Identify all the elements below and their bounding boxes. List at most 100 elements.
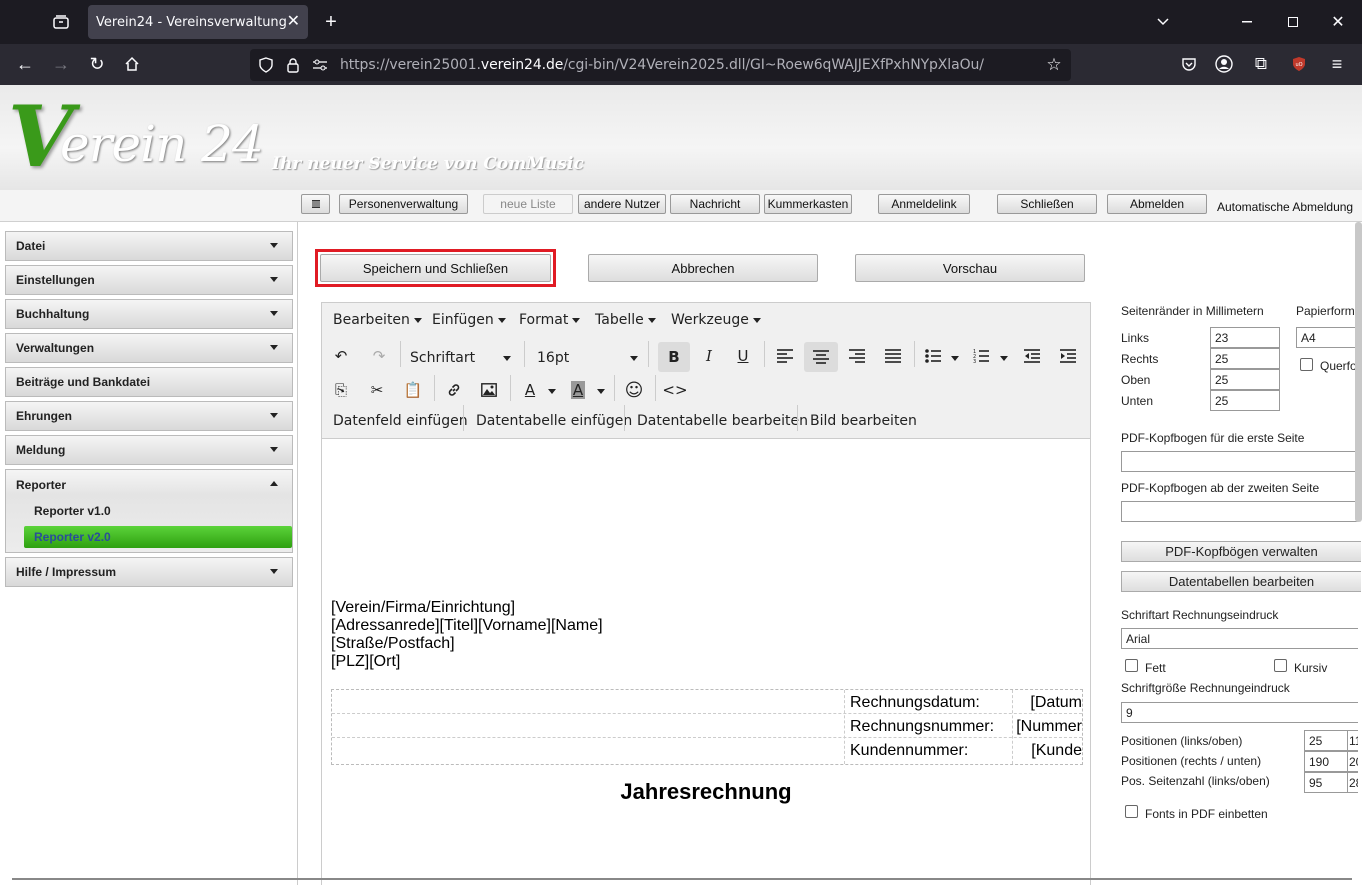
andere-nutzer-button[interactable]: andere Nutzer xyxy=(578,194,666,214)
align-left-icon[interactable] xyxy=(772,343,798,369)
pdf-second-select[interactable] xyxy=(1121,501,1358,522)
bullet-list-icon[interactable] xyxy=(920,343,946,369)
align-justify-icon[interactable] xyxy=(880,343,906,369)
new-tab-icon[interactable]: + xyxy=(320,11,342,33)
datatables-edit-button[interactable]: Datentabellen bearbeiten xyxy=(1121,571,1361,592)
url-text[interactable]: https://verein25001.verein24.de/cgi-bin/… xyxy=(340,57,984,73)
menu-tabelle[interactable]: Tabelle xyxy=(595,312,656,328)
link-icon[interactable] xyxy=(441,377,467,403)
source-code-icon[interactable]: <> xyxy=(662,377,688,403)
embed-fonts-checkbox[interactable] xyxy=(1125,805,1138,818)
cancel-button[interactable]: Abbrechen xyxy=(588,254,818,282)
emoticons-icon[interactable]: ☺ xyxy=(621,377,647,403)
align-right-icon[interactable] xyxy=(844,343,870,369)
sidebar-sub-reporter-v2[interactable]: Reporter v2.0 xyxy=(24,526,292,548)
extensions-icon[interactable]: ⧉ xyxy=(1250,53,1272,75)
anmeldelink-button[interactable]: Anmeldelink xyxy=(878,194,970,214)
italic-icon[interactable]: I xyxy=(696,343,722,369)
home-icon[interactable] xyxy=(121,53,143,75)
invoice-info-table[interactable]: Rechnungsdatum: [Datum Rechnungsnummer: … xyxy=(331,689,1083,765)
bold-checkbox[interactable] xyxy=(1125,659,1138,672)
sidebar-item-hilfe[interactable]: Hilfe / Impressum xyxy=(5,557,293,587)
undo-icon[interactable]: ↶ xyxy=(328,343,354,369)
bold-icon[interactable]: B xyxy=(658,342,690,372)
background-color-icon[interactable]: A xyxy=(565,377,591,403)
chevron-down-icon[interactable] xyxy=(597,389,605,394)
pos-lo-input-2[interactable]: 11 xyxy=(1347,730,1358,751)
paste-icon[interactable]: 📋 xyxy=(400,377,426,403)
sidebar-item-einstellungen[interactable]: Einstellungen xyxy=(5,265,293,295)
pdf-manage-button[interactable]: PDF-Kopfbögen verwalten xyxy=(1121,541,1361,562)
lock-icon[interactable] xyxy=(283,55,303,75)
minimize-icon[interactable] xyxy=(1236,12,1258,32)
nachricht-button[interactable]: Nachricht xyxy=(670,194,760,214)
close-tab-icon[interactable]: ✕ xyxy=(287,11,300,31)
italic-checkbox[interactable] xyxy=(1274,659,1287,672)
permissions-icon[interactable] xyxy=(310,55,330,75)
kummerkasten-button[interactable]: Kummerkasten xyxy=(764,194,852,214)
redo-icon[interactable]: ↷ xyxy=(366,343,392,369)
document-area[interactable]: [Verein/Firma/Einrichtung] [Adressanrede… xyxy=(322,439,1090,885)
font-size-select[interactable]: 16pt xyxy=(537,350,569,366)
abmelden-button[interactable]: Abmelden xyxy=(1107,194,1207,214)
tab-manager-icon[interactable] xyxy=(50,12,72,32)
forward-icon[interactable]: → xyxy=(50,53,72,75)
margin-left-input[interactable]: 23 xyxy=(1210,327,1280,348)
sidebar-item-meldung[interactable]: Meldung xyxy=(5,435,293,465)
outdent-icon[interactable] xyxy=(1019,343,1045,369)
page-scrollbar[interactable] xyxy=(1355,222,1362,522)
align-center-icon[interactable] xyxy=(804,342,838,372)
menu-format[interactable]: Format xyxy=(519,312,580,328)
pdf-first-select[interactable] xyxy=(1121,451,1358,472)
copy-icon[interactable]: ⎘ xyxy=(328,377,354,403)
list-tabs-icon[interactable] xyxy=(1152,12,1174,32)
image-icon[interactable] xyxy=(476,377,502,403)
chevron-down-icon[interactable] xyxy=(1000,356,1008,361)
pos-ru-input-1[interactable]: 190 xyxy=(1304,751,1350,772)
insert-datatable-button[interactable]: Datentabelle einfügen xyxy=(476,413,632,429)
underline-icon[interactable]: U xyxy=(730,343,756,369)
pos-page-input-2[interactable]: 28 xyxy=(1347,772,1358,793)
menu-werkzeuge[interactable]: Werkzeuge xyxy=(671,312,761,328)
close-window-icon[interactable]: ✕ xyxy=(1327,12,1349,32)
pos-ru-input-2[interactable]: 20 xyxy=(1347,751,1358,772)
landscape-checkbox[interactable] xyxy=(1300,358,1313,371)
pos-page-input-1[interactable]: 95 xyxy=(1304,772,1350,793)
sidebar-item-buchhaltung[interactable]: Buchhaltung xyxy=(5,299,293,329)
paper-format-select[interactable]: A4 xyxy=(1296,327,1358,348)
personenverwaltung-button[interactable]: Personenverwaltung xyxy=(339,194,468,214)
insert-datafield-button[interactable]: Datenfeld einfügen xyxy=(333,413,468,429)
sidebar-item-datei[interactable]: Datei xyxy=(5,231,293,261)
margin-bottom-input[interactable]: 25 xyxy=(1210,390,1280,411)
sidebar-item-ehrungen[interactable]: Ehrungen xyxy=(5,401,293,431)
browser-tab[interactable]: Verein24 - Vereinsverwaltung ✕ xyxy=(88,5,308,39)
sidebar-toggle-button[interactable] xyxy=(301,194,330,214)
pos-lo-input-1[interactable]: 25 xyxy=(1304,730,1350,751)
url-bar[interactable]: https://verein25001.verein24.de/cgi-bin/… xyxy=(250,49,1071,81)
shield-icon[interactable] xyxy=(256,55,276,75)
indent-icon[interactable] xyxy=(1055,343,1081,369)
chevron-down-icon[interactable] xyxy=(548,389,556,394)
font-family-select[interactable]: Schriftart xyxy=(410,350,475,366)
save-close-button[interactable]: Speichern und Schließen xyxy=(320,254,551,282)
maximize-icon[interactable] xyxy=(1282,12,1304,32)
menu-bearbeiten[interactable]: Bearbeiten xyxy=(333,312,422,328)
chevron-down-icon[interactable] xyxy=(951,356,959,361)
invoice-size-select[interactable]: 9 xyxy=(1121,702,1358,723)
schliessen-button[interactable]: Schließen xyxy=(997,194,1097,214)
menu-einfuegen[interactable]: Einfügen xyxy=(432,312,506,328)
numbered-list-icon[interactable]: 123 xyxy=(968,343,994,369)
cut-icon[interactable]: ✂ xyxy=(364,377,390,403)
ublock-icon[interactable]: uO xyxy=(1288,53,1310,75)
text-color-icon[interactable]: A xyxy=(517,377,543,403)
margin-top-input[interactable]: 25 xyxy=(1210,369,1280,390)
edit-image-button[interactable]: Bild bearbeiten xyxy=(810,413,917,429)
invoice-font-select[interactable]: Arial xyxy=(1121,628,1358,649)
menu-icon[interactable]: ≡ xyxy=(1326,53,1348,75)
margin-right-input[interactable]: 25 xyxy=(1210,348,1280,369)
edit-datatable-button[interactable]: Datentabelle bearbeiten xyxy=(637,413,808,429)
pocket-icon[interactable] xyxy=(1178,53,1200,75)
preview-button[interactable]: Vorschau xyxy=(855,254,1085,282)
sidebar-sub-reporter-v1[interactable]: Reporter v1.0 xyxy=(24,500,292,522)
sidebar-item-verwaltungen[interactable]: Verwaltungen xyxy=(5,333,293,363)
